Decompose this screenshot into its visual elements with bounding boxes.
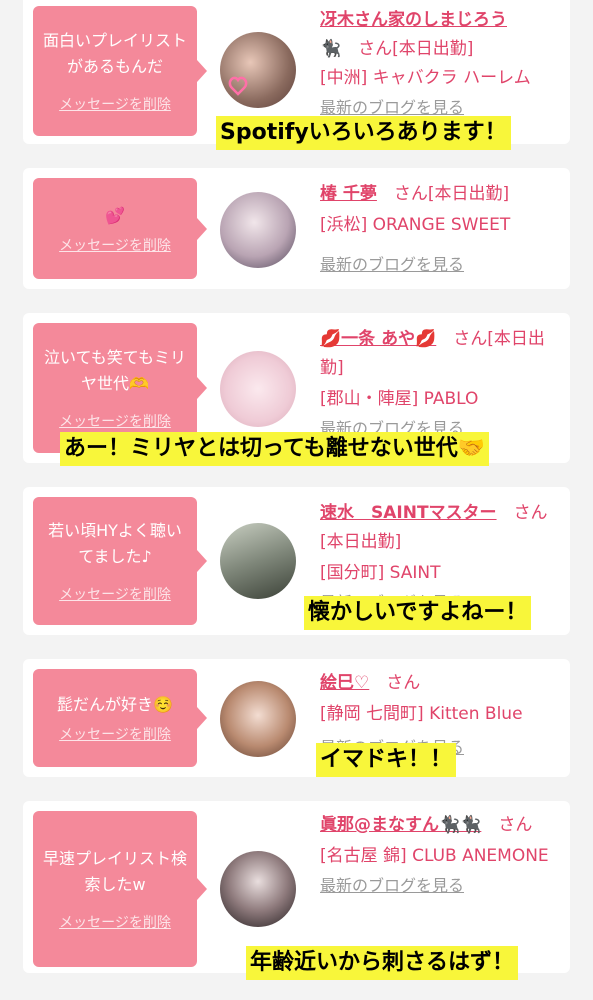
caption-overlay: 年齢近いから刺さるはず！: [246, 946, 519, 980]
cast-name-link[interactable]: 冴木さん家のしまじろう: [320, 10, 507, 30]
caption-overlay: 懐かしいですよねー！: [304, 596, 532, 630]
delete-message-link[interactable]: メッセージを削除: [59, 724, 171, 744]
message-text: 💕: [105, 205, 125, 225]
honorific: さん: [386, 673, 421, 693]
avatar[interactable]: [220, 523, 296, 599]
caption-overlay: あー！ミリヤとは切っても離せない世代🤝: [60, 432, 490, 466]
message-bubble: 💕 メッセージを削除: [33, 178, 207, 279]
caption-overlay: イマドキ！！: [316, 743, 457, 777]
message-text: 早速プレイリスト検索したw: [42, 849, 187, 894]
avatar[interactable]: [220, 681, 296, 757]
delete-message-link[interactable]: メッセージを削除: [59, 235, 171, 255]
honorific: さん: [498, 815, 533, 835]
status-label: [本日出勤]: [427, 184, 510, 204]
message-text: 面白いプレイリストがあるもんだ: [42, 31, 187, 76]
shop-name: [国分町] SAINT: [320, 563, 441, 583]
message-bubble: 早速プレイリスト検索したw メッセージを削除: [33, 811, 207, 967]
shop-name: [中洲] キャバクラ ハーレム: [320, 68, 531, 88]
message-text: 泣いても笑てもミリヤ世代🫶: [44, 348, 186, 393]
honorific: さん: [393, 184, 428, 204]
cast-info: 椿 千夢 さん[本日出勤] [浜松] ORANGE SWEET 最新のブログを見…: [320, 180, 560, 280]
message-card-2: 💕 メッセージを削除 椿 千夢 さん[本日出勤] [浜松] ORANGE SWE…: [23, 168, 570, 289]
message-text: 若い頃HYよく聴いてました♪: [48, 521, 182, 566]
cast-name-link[interactable]: 椿 千夢: [320, 184, 377, 204]
cat-icon: 🐈‍⬛: [320, 39, 342, 59]
status-label: [本日出勤]: [392, 39, 474, 59]
cast-name-link[interactable]: 💋一条 あや💋: [320, 329, 436, 349]
blog-link[interactable]: 最新のブログを見る: [320, 255, 464, 274]
heart-icon: [228, 76, 248, 96]
avatar[interactable]: [220, 32, 296, 108]
delete-message-link[interactable]: メッセージを削除: [59, 584, 171, 604]
shop-name: [名古屋 錦] CLUB ANEMONE: [320, 846, 549, 866]
status-label: [本日出勤]: [320, 532, 402, 552]
cast-name-link[interactable]: 速水 SAINTマスター: [320, 503, 497, 523]
caption-overlay: Spotifyいろいろあります！: [216, 116, 511, 150]
cast-name-link[interactable]: 眞那@まなすん🐈‍⬛🐈‍⬛: [320, 815, 481, 835]
delete-message-link[interactable]: メッセージを削除: [59, 912, 171, 932]
shop-name: [静岡 七間町] Kitten Blue: [320, 704, 523, 724]
delete-message-link[interactable]: メッセージを削除: [59, 94, 171, 114]
delete-message-link[interactable]: メッセージを削除: [59, 411, 171, 431]
honorific: さん: [453, 329, 488, 349]
cast-name-link[interactable]: 絵巳♡: [320, 673, 369, 693]
shop-name: [浜松] ORANGE SWEET: [320, 215, 511, 235]
avatar[interactable]: [220, 192, 296, 268]
message-bubble: 若い頃HYよく聴いてました♪ メッセージを削除: [33, 497, 207, 625]
blog-link[interactable]: 最新のブログを見る: [320, 98, 464, 117]
message-bubble: 髭だんが好き☺️ メッセージを削除: [33, 669, 207, 767]
avatar[interactable]: [220, 851, 296, 927]
cast-info: 眞那@まなすん🐈‍⬛🐈‍⬛ さん [名古屋 錦] CLUB ANEMONE 最新…: [320, 811, 560, 901]
blog-link[interactable]: 最新のブログを見る: [320, 876, 464, 895]
message-text: 髭だんが好き☺️: [57, 695, 173, 714]
message-bubble: 面白いプレイリストがあるもんだ メッセージを削除: [33, 6, 207, 136]
honorific: さん: [513, 503, 548, 523]
cast-info: 冴木さん家のしまじろう 🐈‍⬛ さん[本日出勤] [中洲] キャバクラ ハーレム…: [320, 6, 560, 123]
honorific: さん: [358, 39, 393, 59]
message-card-5: 髭だんが好き☺️ メッセージを削除 絵巳♡ さん [静岡 七間町] Kitten…: [23, 659, 570, 777]
avatar[interactable]: [220, 351, 296, 427]
shop-name: [郡山・陣屋] PABLO: [320, 389, 479, 409]
cast-info: 💋一条 あや💋 さん[本日出勤] [郡山・陣屋] PABLO 最新のブログを見る: [320, 325, 560, 444]
